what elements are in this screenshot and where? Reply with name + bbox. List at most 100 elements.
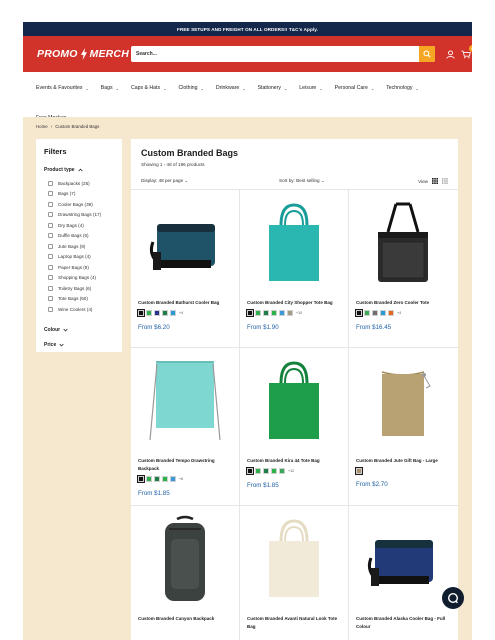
filter-checkbox[interactable] (48, 180, 53, 186)
colour-swatch[interactable] (255, 310, 261, 316)
colour-swatch[interactable] (170, 310, 176, 316)
colour-swatch[interactable] (279, 468, 285, 474)
product-type-option[interactable]: Wine Coolers (4) (48, 304, 114, 315)
nav-item-4[interactable]: Drinkware ⌄ (216, 85, 246, 91)
account-button[interactable] (445, 49, 455, 59)
colour-swatch[interactable] (372, 310, 378, 316)
product-type-option[interactable]: Backpacks (25) (48, 178, 114, 189)
colour-swatch[interactable] (380, 310, 386, 316)
more-colours-count[interactable]: +10 (296, 311, 302, 315)
product-type-option[interactable]: Toiletry Bags (6) (48, 283, 114, 294)
nav-item-8[interactable]: Technology ⌄ (386, 85, 419, 91)
filter-checkbox[interactable] (48, 191, 53, 197)
colour-swatch[interactable] (263, 310, 269, 316)
product-type-option[interactable]: Drawstring Bags (17) (48, 210, 114, 221)
site-logo[interactable]: PROMO MERCH (37, 47, 129, 61)
product-card[interactable]: Custom Branded Tempo Drawstring Backpack… (131, 348, 240, 506)
colour-swatch[interactable] (154, 476, 160, 482)
product-title[interactable]: Custom Branded Alaska Cooler Bag - Full … (356, 615, 454, 630)
filter-checkbox[interactable] (48, 233, 53, 239)
cooler-bag-image[interactable] (363, 516, 443, 602)
chat-button[interactable] (442, 587, 464, 609)
filter-checkbox[interactable] (48, 212, 53, 218)
colour-swatch[interactable] (154, 310, 160, 316)
filter-checkbox[interactable] (48, 264, 53, 270)
tote-bag-image[interactable] (254, 200, 334, 286)
filter-checkbox[interactable] (48, 201, 53, 207)
product-type-option[interactable]: Duffle Bags (6) (48, 231, 114, 242)
colour-swatch[interactable] (162, 476, 168, 482)
more-colours-count[interactable]: +6 (179, 477, 183, 481)
colour-swatch[interactable] (263, 468, 269, 474)
tote-bag-image[interactable] (254, 358, 334, 444)
filter-checkbox[interactable] (48, 254, 53, 260)
colour-swatch[interactable] (279, 310, 285, 316)
product-type-option[interactable]: Bags (7) (48, 189, 114, 200)
product-type-option[interactable]: Shopping Bags (4) (48, 273, 114, 284)
colour-filter-toggle[interactable]: Colour (44, 327, 114, 333)
product-type-option[interactable]: Cooler Bags (39) (48, 199, 114, 210)
product-card[interactable]: Custom Branded Kira 44 Tote Bag +12 From $… (240, 348, 349, 506)
product-title[interactable]: Custom Branded Canyon Backpack (138, 615, 236, 623)
product-card[interactable]: Custom Branded Zero Cooler Tote +4 From $1… (349, 190, 458, 348)
search-button[interactable] (419, 46, 435, 62)
product-type-toggle[interactable]: Product type (44, 167, 114, 173)
product-card[interactable]: Custom Branded Canyon Backpack (131, 506, 240, 640)
nav-item-7[interactable]: Personal Care ⌄ (335, 85, 375, 91)
colour-swatch[interactable] (271, 468, 277, 474)
product-card[interactable]: Custom Branded Alaska Cooler Bag - Full … (349, 506, 458, 640)
product-type-option[interactable]: Tote Bags (60) (48, 294, 114, 305)
more-colours-count[interactable]: +12 (288, 469, 294, 473)
colour-swatch[interactable] (354, 466, 364, 476)
filter-checkbox[interactable] (48, 275, 53, 281)
colour-swatch[interactable] (287, 310, 293, 316)
grid-view-icon[interactable] (432, 178, 438, 184)
colour-swatch[interactable] (388, 310, 394, 316)
price-filter-toggle[interactable]: Price (44, 342, 114, 348)
product-card[interactable]: Custom Branded City Shopper Tote Bag +10 F… (240, 190, 349, 348)
colour-swatch[interactable] (354, 308, 364, 318)
filter-checkbox[interactable] (48, 222, 53, 228)
colour-swatch[interactable] (136, 308, 146, 318)
nav-item-6[interactable]: Leisure ⌄ (299, 85, 322, 91)
product-title[interactable]: Custom Branded Avanti Natural Look Tote … (247, 615, 345, 630)
more-colours-count[interactable]: +4 (397, 311, 401, 315)
per-page-select[interactable]: Display: 48 per page ⌄ (141, 178, 188, 184)
filter-checkbox[interactable] (48, 306, 53, 312)
colour-swatch[interactable] (146, 476, 152, 482)
filter-checkbox[interactable] (48, 243, 53, 249)
colour-swatch[interactable] (255, 468, 261, 474)
product-type-option[interactable]: Laptop Bags (4) (48, 252, 114, 263)
backpack-image[interactable] (145, 515, 225, 602)
colour-swatch[interactable] (271, 310, 277, 316)
colour-swatch[interactable] (170, 476, 176, 482)
product-type-option[interactable]: Dry Bags (4) (48, 220, 114, 231)
product-title[interactable]: Custom Branded Zero Cooler Tote (356, 299, 454, 307)
nav-item-5[interactable]: Stationery ⌄ (258, 85, 288, 91)
colour-swatch[interactable] (136, 474, 146, 484)
product-card[interactable]: Custom Branded Avanti Natural Look Tote … (240, 506, 349, 640)
product-title[interactable]: Custom Branded Jute Gift Bag - Large (356, 457, 454, 465)
drawstring-bag-image[interactable] (145, 358, 225, 444)
filter-checkbox[interactable] (48, 296, 53, 302)
filter-checkbox[interactable] (48, 285, 53, 291)
colour-swatch[interactable] (245, 466, 255, 476)
product-card[interactable]: Custom Branded Jute Gift Bag - Large From… (349, 348, 458, 506)
colour-swatch[interactable] (146, 310, 152, 316)
breadcrumb-home[interactable]: Home (36, 124, 48, 129)
product-card[interactable]: Custom Branded Bathurst Cooler Bag +4 From… (131, 190, 240, 348)
product-title[interactable]: Custom Branded City Shopper Tote Bag (247, 299, 345, 307)
nav-item-3[interactable]: Clothing ⌄ (178, 85, 203, 91)
product-type-option[interactable]: Jute Bags (9) (48, 241, 114, 252)
nav-item-1[interactable]: Bags ⌄ (101, 85, 119, 91)
sort-select[interactable]: Sort by: Best selling ⌄ (279, 178, 325, 184)
colour-swatch[interactable] (162, 310, 168, 316)
tote-bag-image[interactable] (254, 516, 334, 602)
jute-bag-image[interactable] (363, 358, 443, 444)
cart-button[interactable]: 0 (461, 45, 472, 59)
product-title[interactable]: Custom Branded Tempo Drawstring Backpack (138, 457, 236, 472)
product-type-option[interactable]: Paper Bags (9) (48, 262, 114, 273)
cooler-bag-image[interactable] (145, 200, 225, 286)
nav-item-2[interactable]: Caps & Hats ⌄ (131, 85, 166, 91)
nav-item-0[interactable]: Events & Favourites ⌄ (36, 85, 89, 91)
